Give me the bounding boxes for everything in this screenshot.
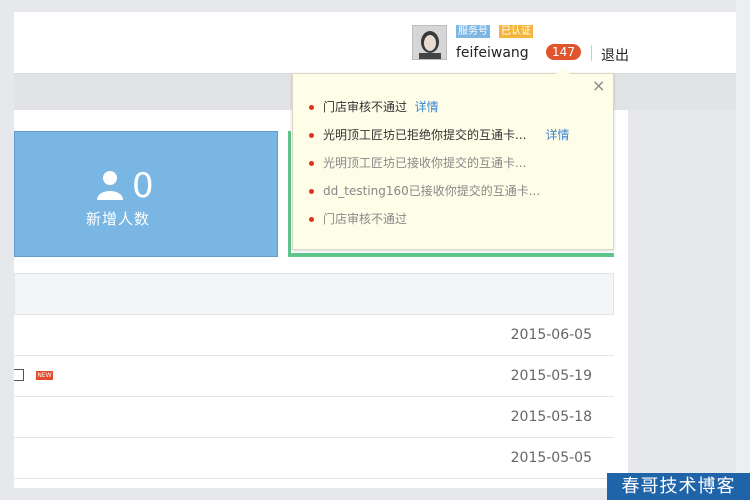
new-users-value: 0 xyxy=(132,166,154,206)
notification-item[interactable]: dd_testing160已接收你提交的互通卡... xyxy=(309,184,540,198)
notification-text: 门店审核不通过 xyxy=(323,212,408,226)
new-tag-icon: NEW xyxy=(36,371,53,380)
header-divider xyxy=(591,45,592,61)
row-date: 2015-05-19 xyxy=(510,368,592,384)
verified-tag: 已认证 xyxy=(499,25,533,38)
username[interactable]: feifeiwang xyxy=(456,45,529,61)
watermark: 春哥技术博客 xyxy=(607,473,750,500)
unread-dot-icon xyxy=(309,189,314,194)
close-icon[interactable]: × xyxy=(592,78,605,94)
page-edge xyxy=(736,0,750,500)
unread-dot-icon xyxy=(309,105,314,110)
row-date: 2015-05-05 xyxy=(510,450,592,466)
notification-item[interactable]: 门店审核不通过 详情 xyxy=(309,100,439,114)
table-row[interactable]: 2015-06-05 xyxy=(14,315,614,356)
user-icon xyxy=(96,170,124,204)
notification-item[interactable]: 光明顶工匠坊已接收你提交的互通卡... xyxy=(309,156,526,170)
row-date: 2015-05-18 xyxy=(510,409,592,425)
avatar[interactable] xyxy=(412,25,447,60)
unread-dot-icon xyxy=(309,217,314,222)
table-row[interactable]: 2015-05-05 xyxy=(14,438,614,479)
detail-link[interactable]: 详情 xyxy=(415,100,439,114)
notification-count-badge[interactable]: 147 xyxy=(546,44,581,60)
logout-link[interactable]: 退出 xyxy=(601,45,629,65)
popup-arrow xyxy=(556,67,570,74)
row-date: 2015-06-05 xyxy=(510,327,592,343)
table-row[interactable]: NEW 2015-05-19 xyxy=(14,356,614,397)
notification-item[interactable]: 门店审核不通过 xyxy=(309,212,407,226)
notification-text: 光明顶工匠坊已拒绝你提交的互通卡... xyxy=(323,128,527,142)
detail-link[interactable]: 详情 xyxy=(546,128,570,142)
notification-text: dd_testing160已接收你提交的互通卡... xyxy=(323,184,541,198)
unread-dot-icon xyxy=(309,161,314,166)
notification-text: 光明顶工匠坊已接收你提交的互通卡... xyxy=(323,156,527,170)
notification-text: 门店审核不通过 xyxy=(323,100,408,114)
table-header xyxy=(14,273,614,315)
notification-item[interactable]: 光明顶工匠坊已拒绝你提交的互通卡... 详情 xyxy=(309,128,570,142)
new-users-label: 新增人数 xyxy=(86,210,151,228)
table-row[interactable]: 2015-05-18 xyxy=(14,397,614,438)
service-account-tag: 服务号 xyxy=(456,25,490,38)
row-title-fragment xyxy=(14,369,24,381)
unread-dot-icon xyxy=(309,133,314,138)
